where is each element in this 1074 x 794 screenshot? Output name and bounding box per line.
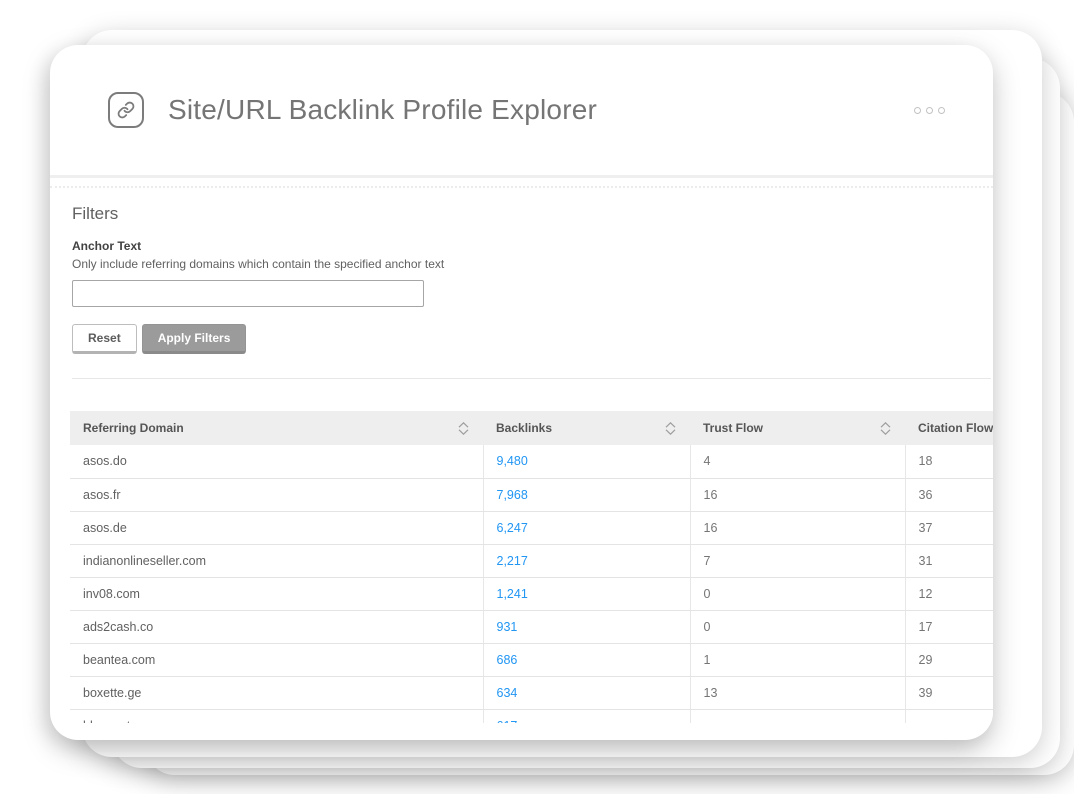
citation-flow-cell: 29: [904, 643, 993, 677]
backlinks-link[interactable]: 2,217: [497, 554, 528, 568]
backlinks-link[interactable]: 6,247: [497, 521, 528, 535]
backlinks-link[interactable]: 1,241: [497, 587, 528, 601]
backlinks-cell: 931: [482, 610, 690, 644]
citation-flow-cell: 12: [904, 577, 993, 611]
table-row: blogspot.com 617: [70, 709, 993, 723]
table-row: indianonlineseller.com 2,217 7 31: [70, 544, 993, 578]
backlinks-link[interactable]: 931: [497, 620, 518, 634]
referring-domain-cell: boxette.ge: [70, 676, 483, 710]
backlinks-cell: 2,217: [482, 544, 690, 578]
apply-filters-button[interactable]: Apply Filters: [141, 324, 247, 354]
referring-domain-cell: asos.de: [70, 511, 483, 545]
citation-flow-cell: 37: [904, 511, 993, 545]
table-row: beantea.com 686 1 29: [70, 643, 993, 677]
filters-heading: Filters: [72, 204, 119, 223]
column-header-referring-domain[interactable]: Referring Domain: [70, 411, 483, 445]
citation-flow-cell: 18: [904, 445, 993, 479]
anchor-text-label: Anchor Text: [72, 239, 142, 253]
page: Site/URL Backlink Profile Explorer Filte…: [0, 0, 1074, 794]
trust-flow-cell: 4: [689, 445, 905, 479]
backlinks-cell: 634: [482, 676, 690, 710]
citation-flow-cell: [904, 709, 993, 723]
trust-flow-cell: 1: [689, 643, 905, 677]
filter-buttons: Reset Apply Filters: [72, 324, 971, 354]
trust-flow-cell: 16: [689, 478, 905, 512]
trust-flow-cell: [689, 709, 905, 723]
backlink-explorer-card: Site/URL Backlink Profile Explorer Filte…: [50, 45, 993, 740]
table-row: ads2cash.co 931 0 17: [70, 610, 993, 644]
table-row: asos.de 6,247 16 37: [70, 511, 993, 545]
referring-domain-cell: indianonlineseller.com: [70, 544, 483, 578]
card-header: Site/URL Backlink Profile Explorer: [50, 45, 993, 175]
page-title: Site/URL Backlink Profile Explorer: [168, 94, 598, 125]
backlinks-link[interactable]: 617: [497, 719, 518, 723]
backlinks-cell: 6,247: [482, 511, 690, 545]
backlinks-link[interactable]: 9,480: [497, 454, 528, 468]
anchor-text-help: Only include referring domains which con…: [72, 257, 445, 271]
filters-section: Filters Anchor Text Only include referri…: [50, 188, 993, 354]
trust-flow-cell: 0: [689, 577, 905, 611]
referring-domain-cell: asos.fr: [70, 478, 483, 512]
trust-flow-cell: 16: [689, 511, 905, 545]
backlinks-link[interactable]: 7,968: [497, 488, 528, 502]
referring-domain-cell: asos.do: [70, 445, 483, 479]
sort-icon[interactable]: [458, 421, 469, 435]
citation-flow-cell: 39: [904, 676, 993, 710]
citation-flow-cell: 17: [904, 610, 993, 644]
backlinks-table-container: Referring Domain Backlinks Trust Flow Ci…: [70, 411, 993, 723]
backlinks-cell: 7,968: [482, 478, 690, 512]
referring-domain-cell: inv08.com: [70, 577, 483, 611]
backlinks-table: Referring Domain Backlinks Trust Flow Ci…: [70, 411, 993, 723]
table-header-row: Referring Domain Backlinks Trust Flow Ci…: [70, 411, 993, 445]
referring-domain-cell: beantea.com: [70, 643, 483, 677]
table-body: asos.do 9,480 4 18 asos.fr 7,968 16 36 asos.de 6,…: [70, 445, 993, 723]
reset-button[interactable]: Reset: [72, 324, 137, 354]
referring-domain-cell: blogspot.com: [70, 709, 483, 723]
overflow-menu-icon[interactable]: [914, 106, 945, 114]
anchor-text-input[interactable]: [72, 280, 424, 307]
backlinks-cell: 9,480: [482, 445, 690, 479]
citation-flow-cell: 36: [904, 478, 993, 512]
citation-flow-cell: 31: [904, 544, 993, 578]
column-header-citation-flow[interactable]: Citation Flow: [905, 411, 993, 445]
column-header-backlinks[interactable]: Backlinks: [483, 411, 690, 445]
header-divider: [50, 175, 993, 178]
column-header-trust-flow[interactable]: Trust Flow: [690, 411, 905, 445]
backlinks-cell: 686: [482, 643, 690, 677]
table-row: boxette.ge 634 13 39: [70, 676, 993, 710]
trust-flow-cell: 13: [689, 676, 905, 710]
backlinks-cell: 1,241: [482, 577, 690, 611]
trust-flow-cell: 7: [689, 544, 905, 578]
table-row: inv08.com 1,241 0 12: [70, 577, 993, 611]
referring-domain-cell: ads2cash.co: [70, 610, 483, 644]
table-row: asos.do 9,480 4 18: [70, 445, 993, 479]
backlinks-link[interactable]: 634: [497, 686, 518, 700]
trust-flow-cell: 0: [689, 610, 905, 644]
link-icon: [108, 92, 144, 128]
table-row: asos.fr 7,968 16 36: [70, 478, 993, 512]
sort-icon[interactable]: [665, 421, 676, 435]
sort-icon[interactable]: [880, 421, 891, 435]
backlinks-link[interactable]: 686: [497, 653, 518, 667]
backlinks-cell: 617: [482, 709, 690, 723]
section-divider: [72, 378, 991, 379]
